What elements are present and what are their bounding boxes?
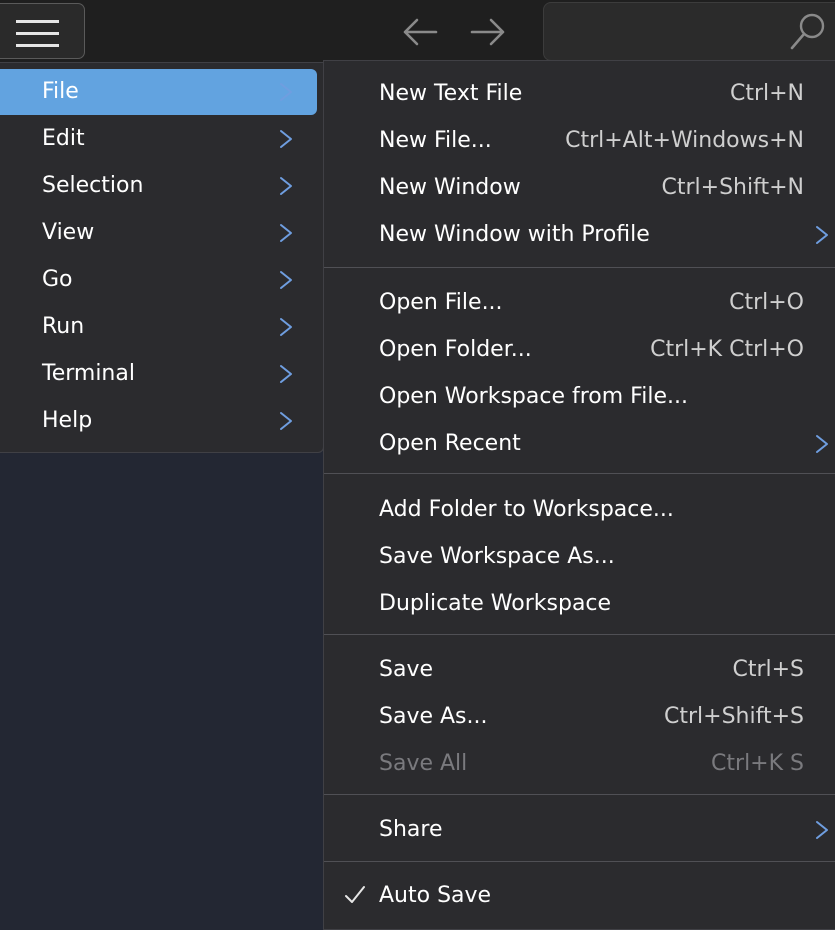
menu-item-new-window-with-profile[interactable]: New Window with Profile (324, 212, 835, 258)
keyboard-shortcut: Ctrl+K Ctrl+O (650, 337, 804, 362)
keyboard-shortcut: Ctrl+N (729, 81, 804, 106)
menu-item-open-workspace-from-file[interactable]: Open Workspace from File... (324, 374, 835, 420)
menu-item-label: Share (379, 817, 443, 842)
chevron-right-icon (280, 318, 292, 336)
search-icon (790, 13, 825, 50)
chevron-right-icon (280, 130, 292, 148)
menu-item-label: New Window with Profile (379, 222, 650, 247)
menubar-item-label: Edit (42, 126, 85, 151)
chevron-right-icon (280, 271, 292, 289)
menubar-item-go[interactable]: Go (0, 257, 317, 303)
arrow-right-icon[interactable] (468, 12, 508, 52)
menu-item-add-folder-to-workspace[interactable]: Add Folder to Workspace... (324, 487, 835, 533)
chevron-right-icon (280, 177, 292, 195)
chevron-right-icon (280, 224, 292, 242)
main-menu: File Edit Selection View Go Run Terminal Help (0, 62, 324, 453)
menu-item-label: Save As... (379, 704, 488, 729)
keyboard-shortcut: Ctrl+Shift+S (664, 704, 804, 729)
menu-item-open-folder[interactable]: Open Folder... Ctrl+K Ctrl+O (324, 327, 835, 373)
keyboard-shortcut: Ctrl+Shift+N (661, 175, 804, 200)
chevron-right-icon (280, 412, 292, 430)
chevron-right-icon (280, 365, 292, 383)
menu-item-label: Auto Save (379, 883, 492, 908)
keyboard-shortcut: Ctrl+K S (711, 751, 804, 776)
menubar-item-selection[interactable]: Selection (0, 163, 317, 209)
menubar-item-label: Run (42, 314, 85, 339)
keyboard-shortcut: Ctrl+Alt+Windows+N (565, 128, 804, 153)
menubar-item-file[interactable]: File (0, 69, 317, 115)
file-submenu: New Text File Ctrl+N New File... Ctrl+Alt+W… (323, 60, 835, 930)
menu-item-new-text-file[interactable]: New Text File Ctrl+N (324, 71, 835, 117)
menubar-item-terminal[interactable]: Terminal (0, 351, 317, 397)
keyboard-shortcut: Ctrl+O (729, 290, 804, 315)
menu-separator (324, 473, 835, 474)
menubar-item-label: Help (42, 408, 93, 433)
menubar-item-label: Go (42, 267, 73, 292)
menu-item-label: Open Recent (379, 431, 521, 456)
checkmark-icon (345, 886, 365, 903)
menubar-item-label: Selection (42, 173, 144, 198)
menu-item-label: Open Workspace from File... (379, 384, 688, 409)
menu-item-auto-save[interactable]: Auto Save (324, 873, 835, 919)
menu-item-save-workspace-as[interactable]: Save Workspace As... (324, 534, 835, 580)
menubar-item-help[interactable]: Help (0, 398, 317, 444)
menu-item-label: New File... (379, 128, 492, 153)
menu-item-share[interactable]: Share (324, 807, 835, 853)
chevron-right-icon (816, 226, 828, 244)
menubar-item-run[interactable]: Run (0, 304, 317, 350)
menu-separator (324, 794, 835, 795)
menu-separator (324, 634, 835, 635)
command-center-search[interactable] (543, 2, 835, 61)
menu-separator (324, 267, 835, 268)
menubar-item-view[interactable]: View (0, 210, 317, 256)
menu-item-new-file[interactable]: New File... Ctrl+Alt+Windows+N (324, 118, 835, 164)
menubar-item-edit[interactable]: Edit (0, 116, 317, 162)
menu-item-new-window[interactable]: New Window Ctrl+Shift+N (324, 165, 835, 211)
arrow-left-icon[interactable] (400, 12, 440, 52)
menu-item-label: Open File... (379, 290, 503, 315)
chevron-right-icon (816, 435, 828, 453)
menu-item-label: Save All (379, 751, 468, 776)
menubar-item-label: File (42, 79, 79, 104)
application-menu-button[interactable] (0, 3, 85, 59)
menubar-item-label: Terminal (42, 361, 135, 386)
menu-item-duplicate-workspace[interactable]: Duplicate Workspace (324, 581, 835, 627)
menu-item-label: Save Workspace As... (379, 544, 615, 569)
menu-item-label: New Window (379, 175, 521, 200)
menu-item-label: Save (379, 657, 434, 682)
menu-item-save[interactable]: Save Ctrl+S (324, 647, 835, 693)
menu-item-label: New Text File (379, 81, 523, 106)
chevron-right-icon (816, 821, 828, 839)
chevron-right-icon (280, 83, 292, 101)
menu-item-save-all: Save All Ctrl+K S (324, 741, 835, 787)
menubar-item-label: View (42, 220, 95, 245)
menu-item-open-file[interactable]: Open File... Ctrl+O (324, 280, 835, 326)
menu-item-label: Duplicate Workspace (379, 591, 612, 616)
menu-item-label: Add Folder to Workspace... (379, 497, 674, 522)
title-bar (0, 0, 835, 62)
menu-separator (324, 861, 835, 862)
menu-item-save-as[interactable]: Save As... Ctrl+Shift+S (324, 694, 835, 740)
menu-item-open-recent[interactable]: Open Recent (324, 421, 835, 467)
menu-item-label: Open Folder... (379, 337, 532, 362)
keyboard-shortcut: Ctrl+S (732, 657, 804, 682)
